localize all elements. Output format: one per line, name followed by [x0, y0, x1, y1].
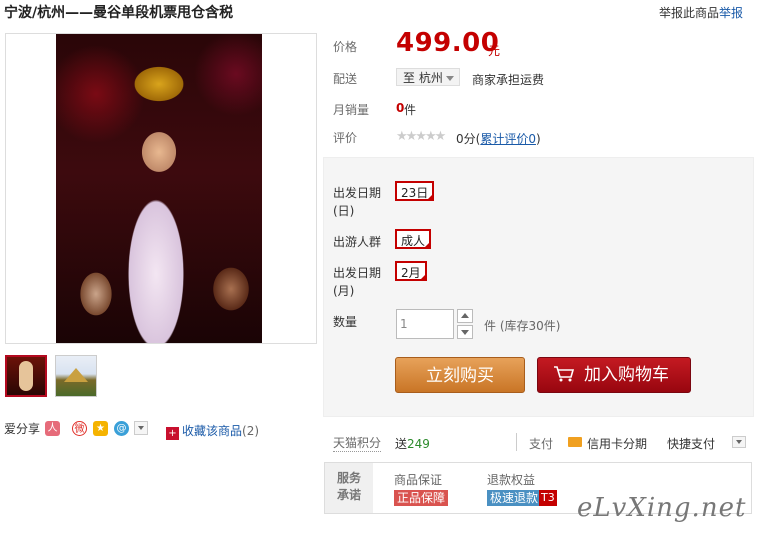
share-renren-icon[interactable]: 人: [45, 421, 60, 436]
shipping-note: 商家承担运费: [472, 73, 545, 87]
quantity-decrease-button[interactable]: [457, 325, 473, 339]
price-value: 499.00: [396, 28, 500, 58]
main-product-image[interactable]: [5, 33, 317, 344]
favorite-icon: +: [166, 427, 179, 440]
quick-pay[interactable]: 快捷支付: [667, 435, 715, 452]
refund-badge: T3: [539, 490, 557, 506]
chevron-down-icon: [736, 440, 742, 444]
favorite-product[interactable]: + 收藏该商品(2): [166, 422, 259, 440]
price-label: 价格: [333, 40, 358, 54]
option-date-month-value[interactable]: 2月: [395, 261, 427, 281]
review-summary: 0分(累计评价0): [456, 132, 541, 146]
review-label: 评价: [333, 131, 358, 145]
credit-card-icon: [568, 437, 582, 447]
option-date-day-label: 出发日期 (日): [333, 186, 382, 218]
option-crowd-label: 出游人群: [333, 235, 382, 249]
sales-unit: 件: [404, 103, 417, 117]
share-tweibo-icon[interactable]: @: [114, 421, 129, 436]
chevron-down-icon: [446, 76, 454, 81]
chevron-up-icon: [461, 313, 469, 318]
option-date-day-value[interactable]: 23日: [395, 181, 435, 201]
divider: [516, 433, 517, 451]
share-weibo-icon[interactable]: 微: [72, 421, 87, 436]
credit-installment[interactable]: 信用卡分期: [587, 435, 647, 452]
option-date-month-label: 出发日期 (月): [333, 266, 382, 298]
review-link[interactable]: 累计评价0: [480, 132, 536, 146]
share-label: 爱分享: [4, 422, 41, 436]
report-text: 举报此商品: [659, 6, 720, 20]
favorite-count: (2): [242, 424, 260, 438]
favorite-label[interactable]: 收藏该商品: [182, 424, 242, 438]
buy-now-button[interactable]: 立刻购买: [395, 357, 525, 393]
quantity-label: 数量: [333, 315, 358, 329]
product-title: 宁波/杭州——曼谷单段机票甩仓含税: [4, 5, 234, 21]
share-qzone-icon[interactable]: ★: [93, 421, 108, 436]
report-link[interactable]: 举报: [719, 6, 743, 20]
dancer-photo: [56, 34, 262, 343]
cart-icon: [554, 366, 575, 382]
points-value: 送249: [395, 437, 430, 451]
stock-info: 件 (库存30件): [484, 319, 561, 333]
service-heading: 服务 承诺: [325, 463, 373, 513]
guarantee-label: 商品保证: [394, 473, 443, 487]
payment-label: 支付: [529, 437, 554, 451]
rating-stars: ★★★★★: [396, 129, 446, 144]
option-crowd-value[interactable]: 成人: [395, 229, 432, 249]
payment-more-dropdown[interactable]: [732, 436, 746, 448]
tmall-points-label[interactable]: 天猫积分: [333, 434, 382, 452]
refund-label: 退款权益: [487, 473, 536, 487]
quantity-input[interactable]: 1: [396, 309, 454, 339]
shipping-destination-select[interactable]: 至 杭州: [396, 68, 460, 86]
shipping-destination: 至 杭州: [403, 71, 443, 85]
shipping-label: 配送: [333, 72, 358, 86]
review-score: 0分: [456, 132, 476, 146]
share-more-icon[interactable]: [134, 421, 148, 435]
thumbnail-1[interactable]: [5, 355, 47, 397]
price-unit: 元: [488, 44, 501, 58]
thumbnail-2[interactable]: [55, 355, 97, 397]
sales-label: 月销量: [333, 103, 370, 117]
chevron-down-icon: [461, 330, 469, 335]
quantity-increase-button[interactable]: [457, 309, 473, 323]
site-watermark: eLvXing.net: [577, 493, 747, 523]
report-product[interactable]: 举报此商品举报: [659, 4, 743, 21]
guarantee-tag[interactable]: 正品保障: [394, 490, 449, 506]
refund-tag[interactable]: 极速退款: [487, 490, 542, 506]
